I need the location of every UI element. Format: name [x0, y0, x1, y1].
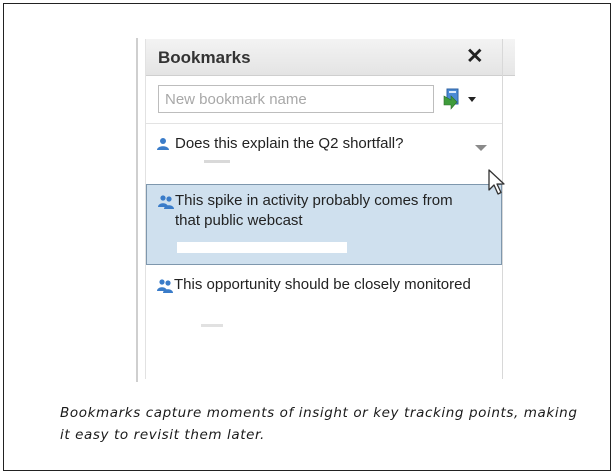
bookmark-item-selected[interactable]: This spike in activity probably comes fr…: [146, 184, 502, 265]
shared-users-icon: [158, 195, 174, 209]
redacted-bar: [177, 242, 347, 253]
new-bookmark-name-input[interactable]: [158, 85, 434, 113]
bookmark-label: This opportunity should be closely monit…: [174, 276, 471, 293]
mouse-pointer-icon: [488, 169, 505, 195]
bookmark-item[interactable]: This opportunity should be closely monit…: [146, 269, 502, 339]
faded-mark: [201, 324, 223, 327]
figure-caption: Bookmarks capture moments of insight or …: [60, 405, 578, 443]
add-bookmark-icon: [443, 88, 459, 110]
adjacent-panel-tab[interactable]: [501, 39, 515, 76]
shared-users-icon: [157, 279, 173, 293]
divider: [146, 123, 502, 124]
bookmark-item[interactable]: Does this explain the Q2 shortfall?: [146, 127, 502, 179]
left-divider: [136, 38, 138, 382]
bookmarks-panel: Bookmarks ✕ Does this explain the Q2 sho…: [145, 39, 503, 379]
single-user-icon: [157, 138, 169, 150]
chevron-down-icon: [468, 97, 476, 102]
bookmark-label: This spike in activity probably comes fr…: [175, 192, 453, 229]
add-bookmark-button[interactable]: [442, 85, 482, 113]
panel-header: Bookmarks ✕: [146, 39, 502, 76]
close-icon[interactable]: ✕: [466, 45, 484, 69]
panel-title: Bookmarks: [158, 48, 251, 67]
bookmark-label: Does this explain the Q2 shortfall?: [175, 135, 404, 152]
chevron-down-icon[interactable]: [474, 143, 488, 153]
faded-mark: [204, 160, 230, 163]
